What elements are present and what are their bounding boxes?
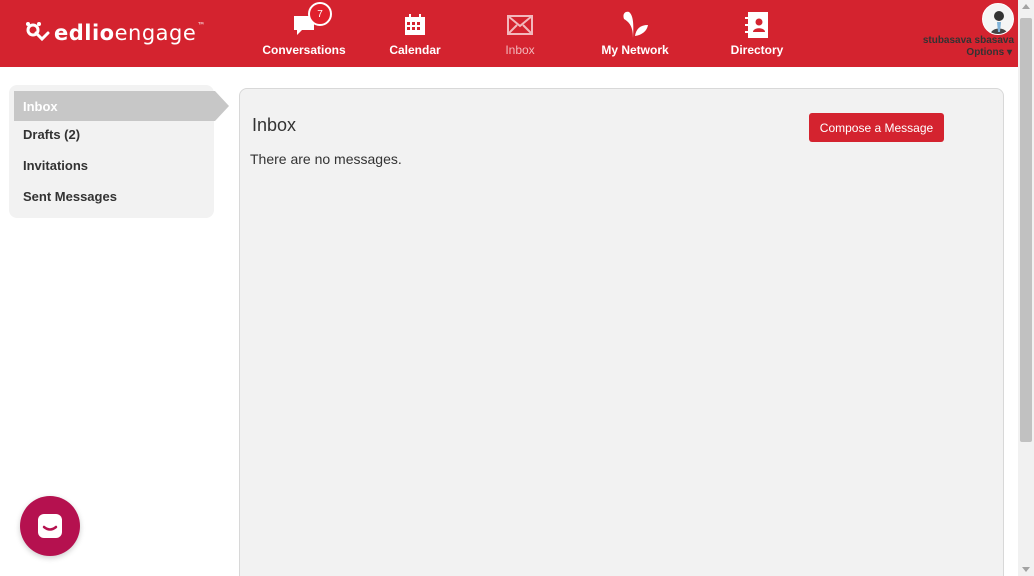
inbox-panel: Inbox Compose a Message There are no mes… [239,88,1004,576]
sidebar-item-drafts[interactable]: Drafts (2) [14,119,214,149]
nav-label: My Network [601,43,669,57]
nav-label: Calendar [389,43,441,57]
nav-directory[interactable]: Directory [730,0,784,67]
sidebar-item-inbox[interactable]: Inbox [14,91,229,121]
scroll-thumb[interactable] [1020,18,1032,442]
sprout-icon [620,11,650,38]
nav-my-network[interactable]: My Network [601,0,669,67]
chat-launcher-button[interactable] [20,496,80,556]
logo-text: edlioengage™ [54,21,206,45]
calendar-icon [404,12,426,38]
chat-icon [38,514,62,538]
nav-label: Conversations [262,43,346,57]
logo-icon [24,20,52,46]
contact-book-icon [745,12,769,38]
envelope-icon [507,12,533,38]
nav-conversations[interactable]: 7 Conversations [262,0,346,67]
user-options-dropdown[interactable]: Options ▾ [966,47,1012,58]
edlio-engage-logo[interactable]: edlioengage™ [24,18,206,48]
page-title: Inbox [252,115,297,135]
nav-label: Inbox [505,43,535,57]
page-scrollbar[interactable] [1018,0,1034,576]
scroll-down-arrow-icon[interactable] [1022,567,1030,572]
top-navigation-bar: edlioengage™ 7 Conversations Calendar In… [0,0,1018,67]
user-name: stubasava sbasava [922,35,1014,46]
sidebar-item-sent-messages[interactable]: Sent Messages [14,181,214,211]
sidebar-item-invitations[interactable]: Invitations [14,150,214,180]
scroll-up-arrow-icon[interactable] [1022,4,1030,9]
nav-inbox[interactable]: Inbox [500,0,540,67]
speech-bubble-icon: 7 [292,2,332,38]
nav-calendar[interactable]: Calendar [388,0,442,67]
empty-state-text: There are no messages. [250,151,402,167]
mailbox-sidebar: Inbox Drafts (2) Invitations Sent Messag… [9,85,229,218]
notification-badge: 7 [308,2,332,26]
nav-label: Directory [730,43,784,57]
user-avatar[interactable] [982,3,1014,35]
compose-message-button[interactable]: Compose a Message [809,113,944,142]
